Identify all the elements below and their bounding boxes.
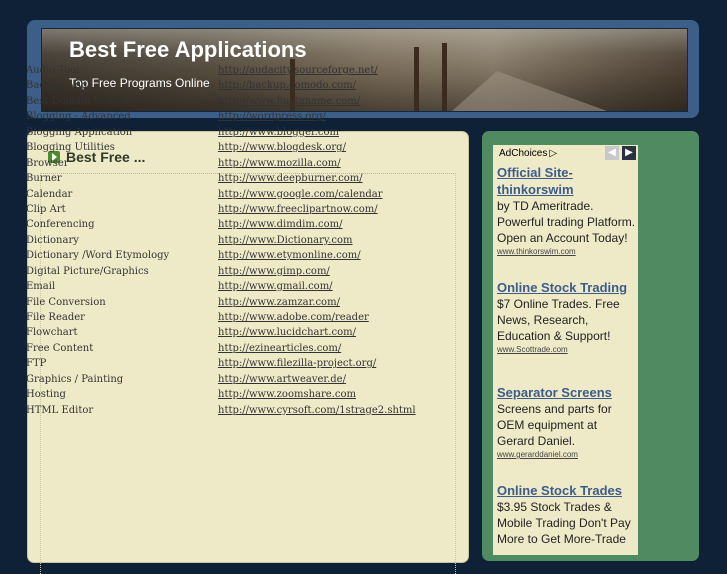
app-row: FTP http://www.filezilla-project.org/	[26, 356, 416, 371]
app-row: Audio Tool http://audacity.sourceforge.ne…	[26, 63, 416, 78]
ad-item: Online Stock Trading $7 Online Trades. F…	[497, 279, 637, 356]
app-url-link[interactable]: http://ezinearticles.com/	[218, 341, 341, 356]
ad-item: Separator Screens Screens and parts for …	[497, 384, 637, 461]
ad-url-link[interactable]: www.thinkorswim.com	[497, 246, 637, 258]
app-row: Calendar http://www.google.com/calendar	[26, 187, 416, 202]
app-name: Blogging - Advanced	[26, 111, 131, 123]
app-url-link[interactable]: http://www.etymonline.com/	[218, 248, 361, 263]
ad-description: Screens and parts for OEM equipment at G…	[497, 402, 612, 448]
app-row: Graphics / Painting http://www.artweaver.…	[26, 372, 416, 387]
ad-box: AdChoices ▷ ◀ ▶ Official Site- thinkorsw…	[493, 145, 638, 555]
app-name: Calendar	[26, 188, 73, 200]
adchoices-label[interactable]: AdChoices	[499, 148, 547, 159]
app-url-link[interactable]: http://www.adobe.com/reader	[218, 310, 369, 325]
app-name: Best Domain Search	[26, 95, 130, 107]
app-name: Clip Art	[26, 203, 66, 215]
app-url-link[interactable]: http://www.cyrsoft.com/1strage2.shtml	[218, 403, 416, 418]
app-name: File Reader	[26, 312, 85, 323]
app-row: Dictionary /Word Etymology http://www.ety…	[26, 248, 416, 263]
app-url-link[interactable]: http://www.deepburner.com/	[218, 171, 363, 186]
ad-sidebar: AdChoices ▷ ◀ ▶ Official Site- thinkorsw…	[482, 131, 699, 561]
app-row: Backup App http://backup.comodo.com/	[26, 78, 416, 93]
app-name: Hosting	[26, 389, 66, 401]
app-name: Browser	[26, 157, 69, 169]
app-name: Burner	[26, 173, 62, 185]
app-name: FTP	[26, 358, 47, 370]
app-name: Flowchart	[26, 327, 78, 339]
ad-next-button[interactable]: ▶	[622, 146, 636, 160]
ad-prev-button[interactable]: ◀	[605, 146, 619, 160]
app-name: Audio Tool	[26, 65, 80, 76]
ad-title-link[interactable]: Online Stock Trades	[497, 482, 637, 499]
app-url-link[interactable]: http://www.artweaver.de/	[218, 372, 346, 387]
ad-description: $7 Online Trades. Free News, Research, E…	[497, 297, 620, 343]
site-title[interactable]: Best Free Applications	[69, 37, 307, 63]
app-url-link[interactable]: http://www.zamzar.com/	[218, 295, 340, 310]
app-name: Graphics / Painting	[26, 373, 124, 385]
app-url-link[interactable]: http://wordpress.org/	[218, 109, 326, 124]
app-url-link[interactable]: http://backup.comodo.com/	[218, 78, 356, 93]
app-name: Backup App	[26, 80, 88, 92]
ad-item: Online Stock Trades $3.95 Stock Trades &…	[497, 482, 637, 547]
app-row: Hosting http://www.zoomshare.com	[26, 387, 416, 402]
app-url-link[interactable]: http://www.gmail.com/	[218, 279, 333, 294]
app-row: Email http://www.gmail.com/	[26, 279, 416, 294]
app-row: Best Domain Search http://www.bustaname.c…	[26, 94, 416, 109]
app-row: Free Content http://ezinearticles.com/	[26, 341, 416, 356]
app-name: Digital Picture/Graphics	[26, 265, 149, 277]
app-url-link[interactable]: http://www.dimdim.com/	[218, 217, 342, 232]
app-url-link[interactable]: http://www.zoomshare.com	[218, 387, 356, 402]
app-url-link[interactable]: http://www.blogger.com	[218, 125, 339, 140]
app-row: HTML Editor http://www.cyrsoft.com/1strag…	[26, 403, 416, 418]
app-name: HTML Editor	[26, 404, 94, 416]
app-url-link[interactable]: http://www.freeclipartnow.com/	[218, 202, 378, 217]
app-url-link[interactable]: http://www.gimp.com/	[218, 264, 330, 279]
app-row: Blogging Utilities http://www.blogdesk.or…	[26, 140, 416, 155]
boardwalk-decoration	[452, 71, 607, 111]
app-list: Audio Tool http://audacity.sourceforge.ne…	[26, 63, 416, 418]
app-row: Flowchart http://www.lucidchart.com/	[26, 325, 416, 340]
app-url-link[interactable]: http://www.blogdesk.org/	[218, 140, 346, 155]
app-row: Conferencing http://www.dimdim.com/	[26, 217, 416, 232]
app-row: Dictionary http://www.Dictionary.com	[26, 233, 416, 248]
app-url-link[interactable]: http://www.lucidchart.com/	[218, 325, 356, 340]
ad-title-link[interactable]: Official Site- thinkorswim	[497, 164, 637, 198]
app-name: File Conversion	[26, 296, 106, 308]
app-row: File Reader http://www.adobe.com/reader	[26, 310, 416, 325]
ad-title-link[interactable]: Separator Screens	[497, 384, 637, 401]
ad-item: Official Site- thinkorswim by TD Ameritr…	[497, 164, 637, 258]
app-url-link[interactable]: http://audacity.sourceforge.net/	[218, 63, 378, 78]
ad-description: $3.95 Stock Trades & Mobile Trading Don'…	[497, 500, 631, 546]
app-row: File Conversion http://www.zamzar.com/	[26, 295, 416, 310]
fence-post-decoration	[442, 43, 447, 111]
app-name: Email	[26, 281, 56, 293]
app-url-link[interactable]: http://www.google.com/calendar	[218, 187, 383, 202]
app-row: Browser http://www.mozilla.com/	[26, 156, 416, 171]
app-row: Burner http://www.deepburner.com/	[26, 171, 416, 186]
app-row: Blogging - Advanced http://wordpress.org/	[26, 109, 416, 124]
app-name: Blogging Application	[26, 126, 133, 138]
ad-title-link[interactable]: Online Stock Trading	[497, 279, 637, 296]
app-row: Blogging Application http://www.blogger.c…	[26, 125, 416, 140]
app-row: Digital Picture/Graphics http://www.gimp.…	[26, 264, 416, 279]
ad-description: by TD Ameritrade. Powerful trading Platf…	[497, 199, 636, 245]
ad-url-link[interactable]: www.Scottrade.com	[497, 344, 637, 356]
app-row: Clip Art http://www.freeclipartnow.com/	[26, 202, 416, 217]
app-url-link[interactable]: http://www.filezilla-project.org/	[218, 356, 376, 371]
app-name: Conferencing	[26, 219, 95, 231]
ad-url-link[interactable]: www.gerarddaniel.com	[497, 449, 637, 461]
app-url-link[interactable]: http://www.bustaname.com/	[218, 94, 360, 109]
app-url-link[interactable]: http://www.Dictionary.com	[218, 233, 353, 248]
app-name: Dictionary /Word Etymology	[26, 250, 170, 262]
app-name: Free Content	[26, 342, 94, 354]
adchoices-triangle-icon[interactable]: ▷	[549, 148, 557, 159]
app-name: Dictionary	[26, 234, 79, 246]
app-name: Blogging Utilities	[26, 142, 115, 154]
app-url-link[interactable]: http://www.mozilla.com/	[218, 156, 341, 171]
